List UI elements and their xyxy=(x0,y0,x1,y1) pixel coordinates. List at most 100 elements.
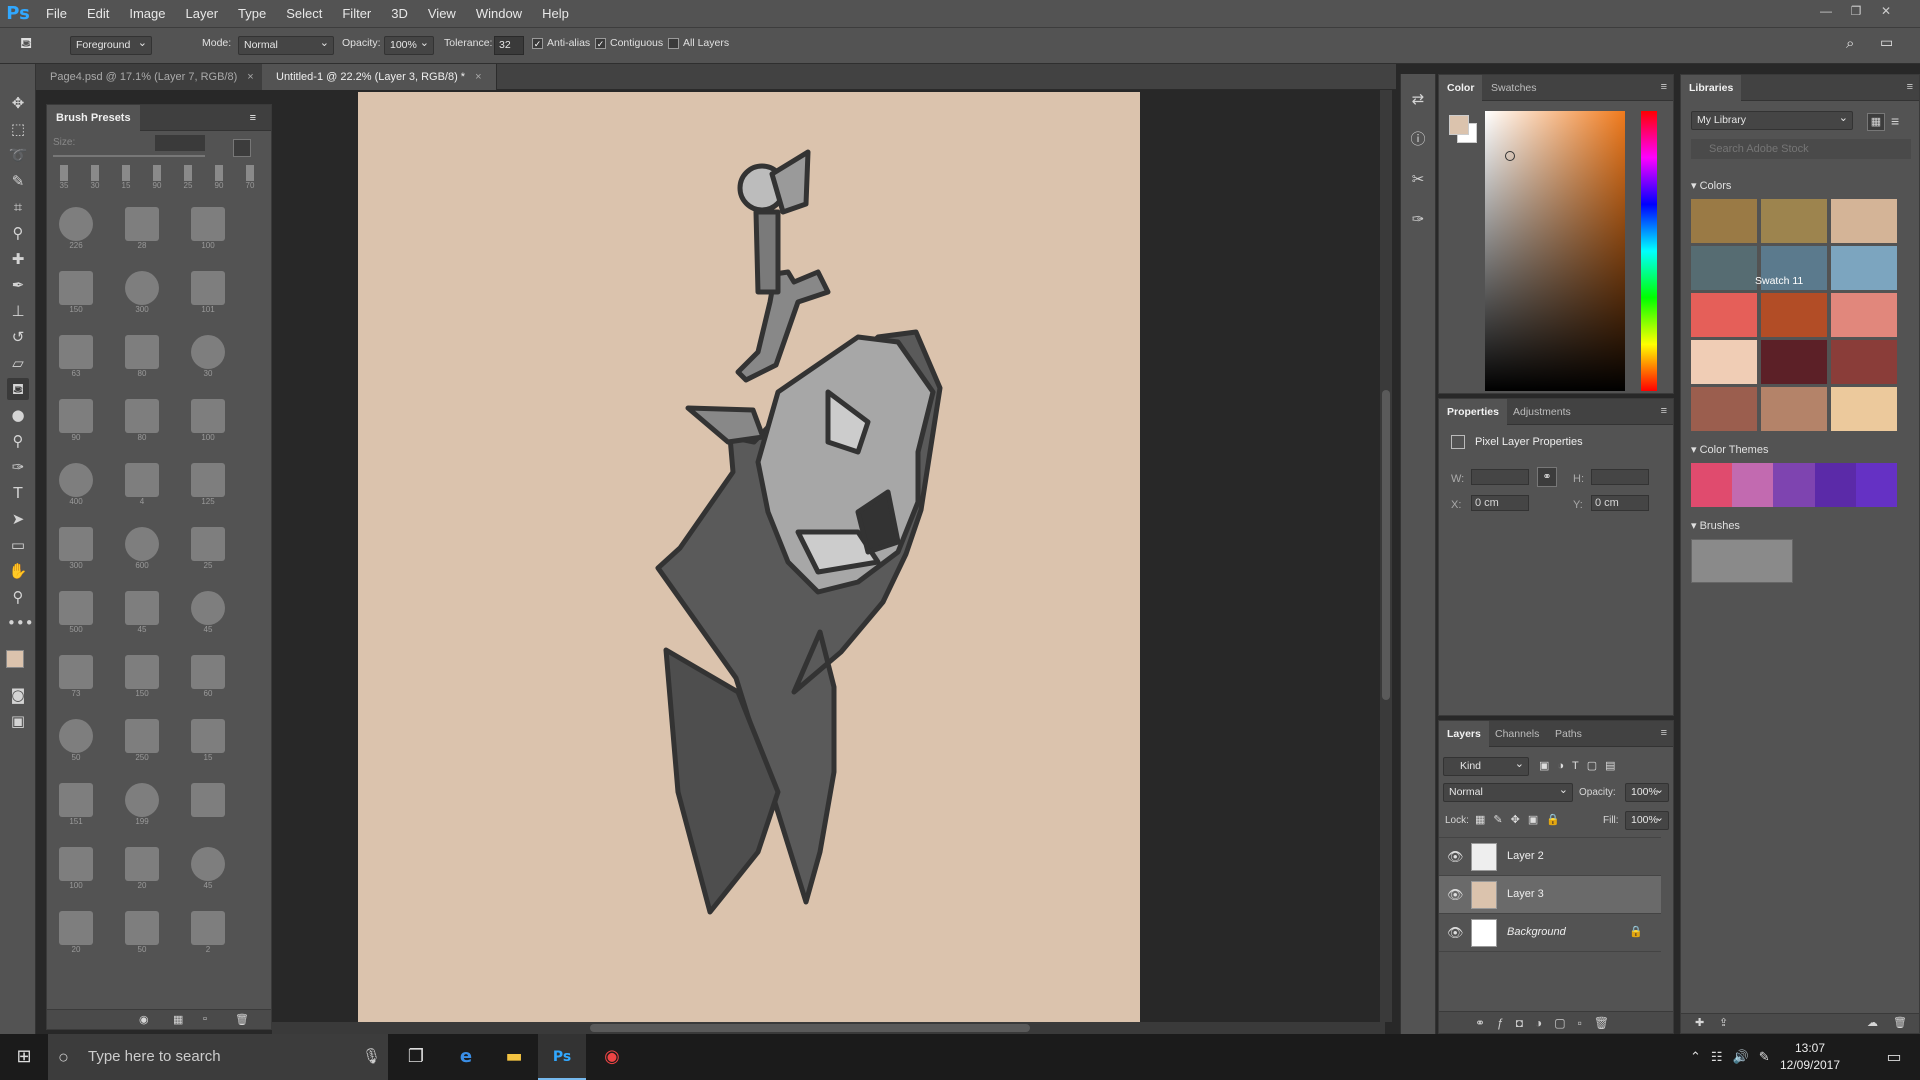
library-color-swatch[interactable] xyxy=(1831,340,1897,384)
hue-slider[interactable] xyxy=(1641,111,1657,391)
info-icon[interactable]: ⓘ xyxy=(1407,128,1429,150)
brush-preset[interactable]: 400 xyxy=(53,459,99,515)
menu-file[interactable]: File xyxy=(36,6,77,21)
history-brush-icon[interactable]: ↺ xyxy=(7,326,29,348)
brushes-section-label[interactable]: ▾ Brushes xyxy=(1691,519,1740,532)
tab-swatches[interactable]: Swatches xyxy=(1483,75,1545,101)
clone-source-icon[interactable]: ✑ xyxy=(1407,208,1429,230)
layer-row[interactable]: 👁 Background 🔒 xyxy=(1439,914,1661,952)
layer-row[interactable]: 👁 Layer 3 xyxy=(1439,876,1661,914)
brush-preset[interactable]: 60 xyxy=(185,651,231,707)
tab-adjustments[interactable]: Adjustments xyxy=(1505,399,1579,425)
pen-tool-icon[interactable]: ✑ xyxy=(7,456,29,478)
brush-preset[interactable]: 100 xyxy=(53,843,99,899)
library-color-swatch[interactable] xyxy=(1831,387,1897,431)
eyedropper-icon[interactable]: ⚲ xyxy=(7,222,29,244)
library-color-swatch[interactable] xyxy=(1761,199,1827,243)
color-themes-section-label[interactable]: ▾ Color Themes xyxy=(1691,443,1768,456)
menu-3d[interactable]: 3D xyxy=(381,6,418,21)
layers-footer-icons[interactable]: ⚭ƒ◘◑▢▫🗑 xyxy=(1439,1011,1673,1033)
quick-mask-icon[interactable]: ◙ xyxy=(7,684,29,706)
library-select[interactable]: My Library xyxy=(1691,111,1853,130)
horizontal-scrollbar[interactable] xyxy=(272,1022,1385,1034)
lasso-tool-icon[interactable]: ➰ xyxy=(7,144,29,166)
brush-preset[interactable]: 50 xyxy=(119,907,165,963)
library-color-swatch[interactable] xyxy=(1761,293,1827,337)
library-color-swatch[interactable] xyxy=(1831,293,1897,337)
fill-source-select[interactable]: Foreground xyxy=(70,36,152,55)
brush-preset[interactable]: 500 xyxy=(53,587,99,643)
library-color-swatch[interactable] xyxy=(1691,246,1757,290)
taskbar-search[interactable]: ○ Type here to search 🎙 xyxy=(48,1034,388,1080)
zoom-tool-icon[interactable]: ⚲ xyxy=(7,586,29,608)
brush-tool-icon[interactable]: ✒ xyxy=(7,274,29,296)
brush-preset[interactable]: 300 xyxy=(53,523,99,579)
visibility-eye-icon[interactable]: 👁 xyxy=(1447,887,1464,903)
size-input[interactable] xyxy=(155,135,205,151)
menu-type[interactable]: Type xyxy=(228,6,276,21)
foreground-swatch[interactable] xyxy=(1449,115,1469,135)
brush-preset[interactable]: 45 xyxy=(185,587,231,643)
library-color-swatch[interactable] xyxy=(1831,246,1897,290)
library-color-swatch[interactable] xyxy=(1761,387,1827,431)
brush-preset[interactable]: 300 xyxy=(119,267,165,323)
visibility-eye-icon[interactable]: 👁 xyxy=(1447,925,1464,941)
brush-preset[interactable]: 226 xyxy=(53,203,99,259)
brush-tip[interactable]: 30 xyxy=(82,163,108,195)
file-explorer-icon[interactable]: ▬ xyxy=(490,1034,538,1080)
path-select-icon[interactable]: ➤ xyxy=(7,508,29,530)
layer-filter-icons[interactable]: ▣◑T▢▤ xyxy=(1539,759,1659,772)
tab-channels[interactable]: Channels xyxy=(1487,721,1547,747)
system-tray-icons[interactable]: ⌃☷🔊✎ xyxy=(1690,1034,1780,1080)
menu-select[interactable]: Select xyxy=(276,6,332,21)
microphone-icon[interactable]: 🎙 xyxy=(362,1034,381,1080)
rectangle-tool-icon[interactable]: ▭ xyxy=(7,534,29,556)
cloud-icon[interactable]: ☁ xyxy=(1867,1016,1878,1029)
eraser-icon[interactable]: ▱ xyxy=(7,352,29,374)
close-icon[interactable]: ✕ xyxy=(1872,0,1900,22)
fill-input[interactable]: 100% xyxy=(1625,811,1669,830)
trash-icon[interactable]: 🗑 xyxy=(235,1013,249,1026)
all-layers-checkbox[interactable] xyxy=(668,38,679,49)
brush-preset[interactable]: 28 xyxy=(119,203,165,259)
taskbar-time[interactable]: 13:07 xyxy=(1780,1041,1840,1055)
x-input[interactable]: 0 cm xyxy=(1471,495,1529,511)
new-preset-icon[interactable] xyxy=(233,139,251,157)
mode-select[interactable]: Normal xyxy=(238,36,334,55)
brush-preset[interactable]: 80 xyxy=(119,331,165,387)
library-color-swatch[interactable] xyxy=(1691,340,1757,384)
brush-tip[interactable]: 35 xyxy=(51,163,77,195)
hand-tool-icon[interactable]: ✋ xyxy=(7,560,29,582)
color-picker-marker[interactable] xyxy=(1505,151,1515,161)
brush-preset[interactable]: 50 xyxy=(53,715,99,771)
menu-edit[interactable]: Edit xyxy=(77,6,119,21)
panel-menu-icon[interactable]: ≡ xyxy=(1661,727,1667,739)
brush-preset[interactable]: 15 xyxy=(185,715,231,771)
screen-mode-icon[interactable]: ▣ xyxy=(7,710,29,732)
library-color-swatch[interactable] xyxy=(1831,199,1897,243)
action-center-icon[interactable]: ▭ xyxy=(1870,1034,1918,1080)
colors-section-label[interactable]: ▾ Colors xyxy=(1691,179,1731,192)
opacity-input[interactable]: 100% xyxy=(384,36,434,55)
minimize-icon[interactable]: — xyxy=(1812,0,1840,22)
brush-preset[interactable]: 125 xyxy=(185,459,231,515)
tab-untitled-1[interactable]: Untitled-1 @ 22.2% (Layer 3, RGB/8) * × xyxy=(262,64,497,90)
search-icon[interactable]: ⌕ xyxy=(1846,34,1854,52)
tab-paths[interactable]: Paths xyxy=(1547,721,1590,747)
brush-preset[interactable]: 199 xyxy=(119,779,165,835)
panel-menu-icon[interactable]: ≡ xyxy=(1907,81,1913,93)
y-input[interactable]: 0 cm xyxy=(1591,495,1649,511)
brush-settings-icon[interactable]: ✂ xyxy=(1407,168,1429,190)
link-icon[interactable]: ⚭ xyxy=(1537,467,1557,487)
brush-preset[interactable]: 30 xyxy=(185,331,231,387)
tab-libraries[interactable]: Libraries xyxy=(1681,75,1742,101)
edge-icon[interactable]: e xyxy=(442,1034,490,1080)
add-icon[interactable]: ✚ xyxy=(1695,1016,1704,1029)
lock-icons[interactable]: ▦✎✥▣🔒 xyxy=(1475,813,1568,826)
more-tools-icon[interactable]: ••• xyxy=(7,612,34,634)
paint-bucket-icon[interactable]: ⛾ xyxy=(20,35,32,54)
stock-search-input[interactable] xyxy=(1691,139,1911,159)
brush-preset[interactable]: 150 xyxy=(119,651,165,707)
tab-color[interactable]: Color xyxy=(1439,75,1483,101)
crop-tool-icon[interactable]: ⌗ xyxy=(7,196,29,218)
